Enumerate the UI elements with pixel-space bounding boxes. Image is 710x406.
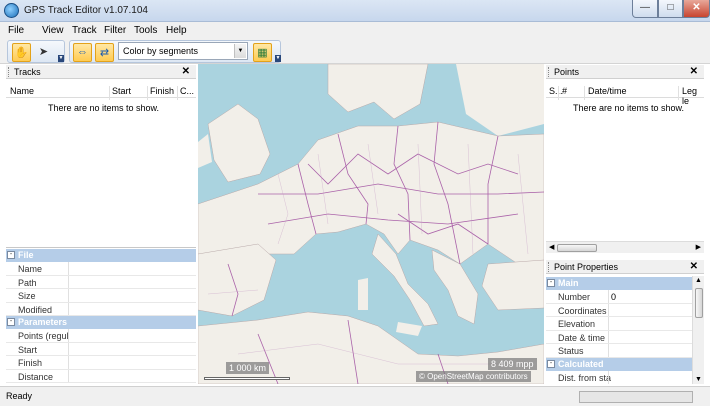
map-layers-button[interactable]: ▦ — [253, 43, 272, 62]
map-view[interactable]: 1 000 km 8 409 mpp © OpenStreetMap contr… — [198, 64, 544, 384]
map-attribution: © OpenStreetMap contributors — [416, 371, 531, 382]
cursor-arrow-icon: ➤ — [38, 46, 49, 58]
scroll-thumb[interactable] — [557, 244, 597, 252]
scroll-left-icon[interactable]: ◀ — [549, 243, 554, 251]
property-row[interactable]: Size — [6, 289, 196, 303]
app-globe-icon — [4, 3, 19, 18]
collapse-button[interactable]: ⇔ — [73, 43, 92, 62]
menu-bar: File View Track Filter Tools Help — [0, 22, 710, 39]
toolbar-overflow-icon[interactable]: ▼ — [275, 55, 281, 62]
column-start[interactable]: Start — [112, 86, 131, 96]
close-window-button[interactable]: ✕ — [683, 0, 710, 18]
points-panel-title: Points — [554, 67, 580, 77]
column-c[interactable]: C... — [180, 86, 194, 96]
column-number[interactable]: # — [562, 86, 567, 96]
column-s[interactable]: S... — [549, 86, 563, 96]
points-empty-message: There are no items to show. — [573, 103, 685, 113]
property-row[interactable]: Number 0 — [546, 290, 692, 304]
point-properties-header: Point Properties ✕ — [546, 260, 704, 274]
swap-arrows-icon: ⇄ — [99, 47, 110, 59]
property-row[interactable]: Elevation — [546, 317, 692, 331]
property-row[interactable]: Coordinates — [546, 303, 692, 317]
select-pointer-button[interactable]: ➤ — [34, 43, 53, 62]
property-row[interactable]: Finish — [6, 356, 196, 370]
close-icon[interactable]: ✕ — [690, 261, 698, 272]
points-panel-header: Points ✕ — [546, 65, 704, 79]
menu-file[interactable]: File — [8, 25, 24, 36]
scroll-down-icon[interactable]: ▼ — [695, 376, 702, 383]
swap-button[interactable]: ⇄ — [95, 43, 114, 62]
collapse-icon[interactable]: - — [7, 251, 15, 259]
close-icon[interactable]: ✕ — [182, 66, 190, 77]
scroll-thumb[interactable] — [695, 288, 703, 318]
map-layers-icon: ▦ — [257, 47, 268, 59]
status-bar: Ready — [0, 386, 710, 406]
window-title: GPS Track Editor v1.07.104 — [24, 5, 148, 16]
property-row[interactable]: Distance — [6, 369, 196, 383]
column-leg-length[interactable]: Leg le — [682, 86, 704, 106]
property-row[interactable]: Date & time — [546, 330, 692, 344]
minimize-button[interactable]: — — [632, 0, 658, 18]
grip-icon[interactable] — [8, 67, 10, 77]
property-row[interactable]: Start — [6, 342, 196, 356]
maximize-button[interactable]: □ — [658, 0, 683, 18]
menu-help[interactable]: Help — [166, 25, 187, 36]
toolbar-overflow-icon[interactable]: ▼ — [58, 55, 64, 62]
toolbar-group-tools: ✋ ➤ ▼ — [7, 40, 65, 63]
category-main[interactable]: - Main — [546, 277, 692, 290]
status-text: Ready — [6, 391, 33, 401]
map-mpp-label: 8 409 mpp — [488, 358, 537, 370]
points-list-header: S... # Date/time Leg le — [546, 84, 704, 106]
category-calculated[interactable]: - Calculated — [546, 358, 692, 371]
property-row[interactable]: Status — [546, 344, 692, 358]
property-row[interactable]: Points (regul — [6, 329, 196, 343]
menu-filter[interactable]: Filter — [104, 25, 126, 36]
tracks-list-header: Name Start Finish C... — [6, 84, 196, 100]
close-icon[interactable]: ✕ — [690, 66, 698, 77]
property-row[interactable]: Name — [6, 262, 196, 276]
category-file[interactable]: - File — [6, 249, 196, 262]
title-bar: GPS Track Editor v1.07.104 — □ ✕ — [0, 0, 710, 22]
color-mode-select[interactable]: Color by segments ▼ — [118, 42, 248, 60]
grip-icon[interactable] — [548, 262, 550, 272]
hand-icon: ✋ — [14, 47, 29, 59]
property-row[interactable]: Modified — [6, 302, 196, 316]
toolbar: ✋ ➤ ▼ ⇔ ⇄ ▦ ▼ — [0, 39, 710, 64]
properties-vertical-scrollbar[interactable]: ▲ ▼ — [692, 276, 704, 384]
point-properties-grid: - Main Number 0 Coordinates Elevation Dat… — [546, 276, 704, 384]
column-datetime[interactable]: Date/time — [588, 86, 627, 96]
column-name[interactable]: Name — [10, 86, 34, 96]
collapse-icon[interactable]: - — [547, 360, 555, 368]
point-properties-title: Point Properties — [554, 262, 619, 272]
progress-bar — [579, 391, 693, 403]
scroll-right-icon[interactable]: ▶ — [696, 243, 701, 251]
collapse-icon[interactable]: - — [7, 318, 15, 326]
collapse-icon: ⇔ — [77, 46, 88, 58]
points-horizontal-scrollbar[interactable]: ◀ ▶ — [546, 241, 704, 253]
tracks-panel-title: Tracks — [14, 67, 41, 77]
menu-view[interactable]: View — [42, 25, 64, 36]
property-row[interactable]: Dist. from sta — [546, 371, 692, 384]
property-row[interactable]: Path — [6, 275, 196, 289]
column-finish[interactable]: Finish — [150, 86, 174, 96]
color-mode-value: Color by segments — [123, 46, 199, 56]
collapse-icon[interactable]: - — [547, 279, 555, 287]
scroll-up-icon[interactable]: ▲ — [695, 277, 702, 284]
track-properties-grid: - File Name Path Size Modified - Paramet… — [6, 247, 196, 384]
map-scale-bar — [204, 377, 290, 380]
category-parameters[interactable]: - Parameters — [6, 316, 196, 329]
tracks-empty-message: There are no items to show. — [48, 103, 160, 113]
tracks-panel-header: Tracks ✕ — [6, 65, 196, 79]
map-canvas[interactable] — [198, 64, 544, 384]
grip-icon[interactable] — [548, 67, 550, 77]
menu-tools[interactable]: Tools — [134, 25, 157, 36]
chevron-down-icon[interactable]: ▼ — [234, 44, 246, 58]
menu-track[interactable]: Track — [72, 25, 97, 36]
pan-hand-button[interactable]: ✋ — [12, 43, 31, 62]
map-scale-label: 1 000 km — [226, 362, 270, 374]
